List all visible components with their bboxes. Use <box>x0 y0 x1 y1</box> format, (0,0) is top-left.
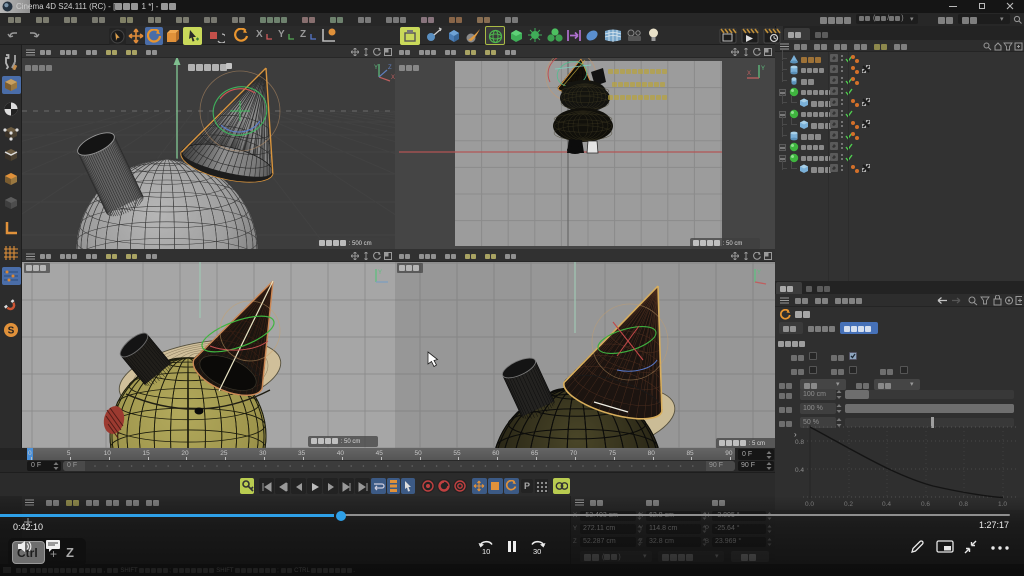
svg-text:0.2: 0.2 <box>844 501 853 508</box>
svg-text:Y: Y <box>757 270 761 276</box>
svg-text:Z: Z <box>388 65 392 71</box>
svg-text:10: 10 <box>482 547 490 555</box>
svg-text:S: S <box>8 326 15 337</box>
svg-text:0.4: 0.4 <box>882 501 891 508</box>
svg-text:0.8: 0.8 <box>959 501 968 508</box>
svg-text:Y: Y <box>761 66 765 72</box>
svg-text:30: 30 <box>533 547 541 555</box>
svg-text:1.0: 1.0 <box>998 501 1007 508</box>
svg-text:0.4: 0.4 <box>795 467 804 474</box>
svg-text:X: X <box>747 71 751 77</box>
svg-text:0.6: 0.6 <box>921 501 930 508</box>
svg-text:Y: Y <box>374 65 378 71</box>
svg-text:0.0: 0.0 <box>805 501 814 508</box>
svg-text:0.8: 0.8 <box>795 439 804 446</box>
svg-text:Y: Y <box>378 270 382 276</box>
